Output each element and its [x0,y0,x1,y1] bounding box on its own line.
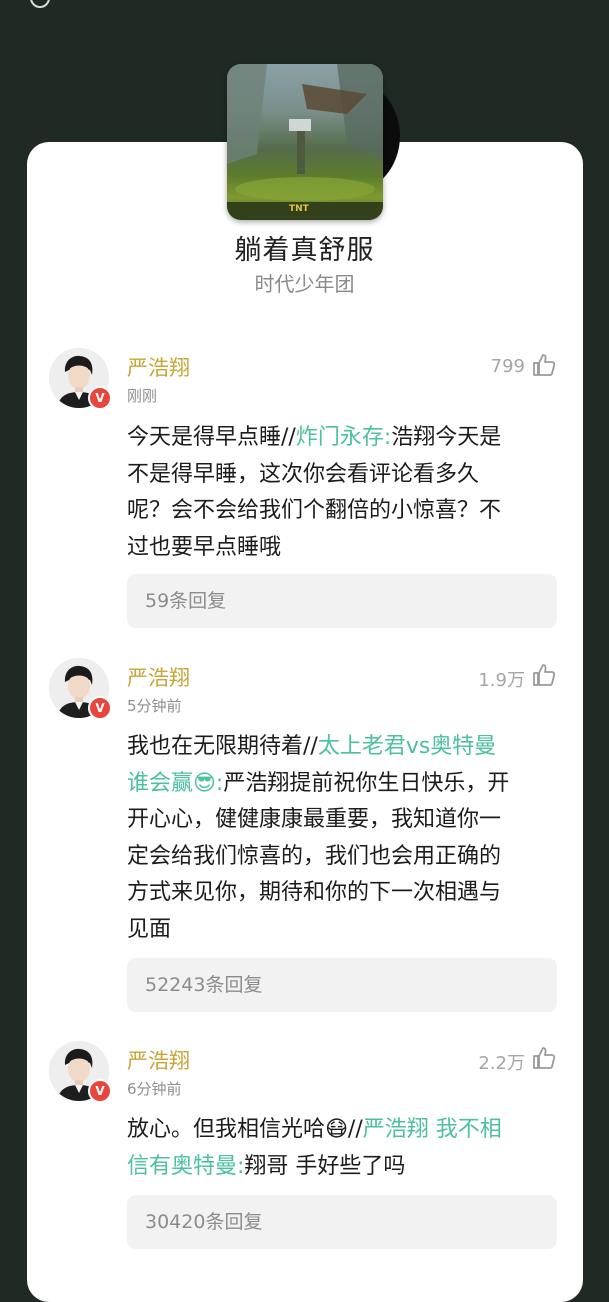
mention-link[interactable]: 谁会赢😎: [127,771,223,796]
thumbs-up-icon[interactable] [531,662,557,692]
comment-text-segment: 呢？会不会给我们个翻倍的小惊喜？不 [127,498,502,523]
like-count: 2.2万 [478,1053,525,1074]
comment-text-line: 今天是得早点睡//炸门永存:浩翔今天是 [127,420,552,457]
comment-text-segment: 严浩翔提前祝你生日快乐，开 [223,770,510,796]
mention-link[interactable]: 严浩翔 我不相 [363,1117,502,1142]
mention-link[interactable]: 炸门永存: [296,425,391,450]
comment-text-line: 我也在无限期待着//太上老君vs奥特曼 [127,729,552,766]
comment-text-segment: 见面 [127,916,172,942]
verified-badge-icon: V [88,386,112,410]
comment-text-segment: 不是得早睡，这次你会看评论看多久 [127,461,480,487]
comment-text-segment: 我也在无限期待着// [127,734,318,759]
comment-time: 6分钟前 [127,1080,182,1098]
comment-text-line: 信有奥特曼:翔哥 手好些了吗 [127,1149,552,1186]
comment-item: V 严浩翔 6分钟前 2.2万 放心。但我相信光哈😷//严浩翔 我不相 信有奥特曼… [0,1041,609,1256]
thumbs-up-icon[interactable] [531,352,557,382]
song-artist[interactable]: 时代少年团 [0,268,609,297]
replies-button[interactable]: 59条回复 [127,574,557,628]
comment-username[interactable]: 严浩翔 [127,352,190,382]
cover-logo: TNT [289,204,309,214]
album-cover[interactable]: TNT [227,64,383,220]
comment-text-segment: 方式来见你，期待和你的下一次相遇与 [127,880,502,905]
comment-item: V 严浩翔 5分钟前 1.9万 我也在无限期待着//太上老君vs奥特曼 谁会赢😎:… [0,658,609,1018]
comment-text-segment: 浩翔今天是 [391,425,502,450]
comment-text-segment: 过也要早点睡哦 [127,534,282,560]
comment-text: 放心。但我相信光哈😷//严浩翔 我不相 信有奥特曼:翔哥 手好些了吗 [127,1112,552,1185]
status-circle-icon [30,0,50,8]
comment-username[interactable]: 严浩翔 [127,1045,190,1075]
comment-text-segment: 放心。但我相信光哈😷// [127,1117,363,1142]
comment-item: V 严浩翔 刚刚 799 今天是得早点睡//炸门永存:浩翔今天是不是得早睡，这次… [0,348,609,633]
comment-time: 5分钟前 [127,697,182,715]
song-title: 躺着真舒服 [234,235,375,266]
comment-time: 刚刚 [127,387,158,405]
replies-button[interactable]: 30420条回复 [127,1195,557,1249]
album-cover-art [227,64,383,220]
comment-text-line: 方式来见你，期待和你的下一次相遇与 [127,875,552,912]
comment-text: 我也在无限期待着//太上老君vs奥特曼 谁会赢😎:严浩翔提前祝你生日快乐，开 开心心… [127,729,552,948]
replies-button[interactable]: 52243条回复 [127,958,557,1012]
like-count: 799 [490,356,525,377]
mention-link[interactable]: 信有奥特曼: [127,1154,244,1179]
thumbs-up-icon[interactable] [531,1045,557,1075]
comment-text-line: 过也要早点睡哦 [127,530,552,567]
comment-text-segment: 翔哥 手好些了吗 [244,1153,406,1179]
like-count: 1.9万 [478,670,525,691]
comment-text-line: 见面 [127,912,552,949]
comment-text-line: 谁会赢😎:严浩翔提前祝你生日快乐，开 [127,766,552,803]
mention-link[interactable]: 太上老君vs奥特曼 [318,734,496,759]
comment-text-segment: 今天是得早点睡// [127,425,296,450]
comment-text: 今天是得早点睡//炸门永存:浩翔今天是不是得早睡，这次你会看评论看多久 呢？会不会… [127,420,552,566]
comment-text-segment: 开心心，健健康康最重要，我知道你一 [127,807,502,832]
comment-username[interactable]: 严浩翔 [127,662,190,692]
comment-text-segment: 定会给我们惊喜的，我们也会用正确的 [127,843,502,869]
comment-text-line: 呢？会不会给我们个翻倍的小惊喜？不 [127,493,552,530]
comment-text-line: 放心。但我相信光哈😷//严浩翔 我不相 [127,1112,552,1149]
comment-text-line: 定会给我们惊喜的，我们也会用正确的 [127,839,552,876]
verified-badge-icon: V [88,1079,112,1103]
verified-badge-icon: V [88,696,112,720]
comment-text-line: 不是得早睡，这次你会看评论看多久 [127,457,552,494]
comment-text-line: 开心心，健健康康最重要，我知道你一 [127,802,552,839]
